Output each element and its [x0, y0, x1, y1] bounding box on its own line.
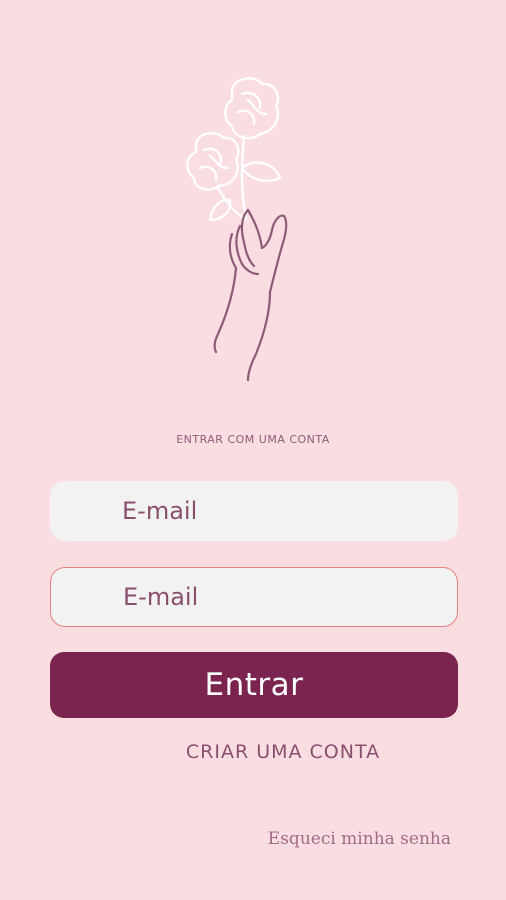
email-field[interactable] — [50, 481, 458, 541]
email-input[interactable] — [50, 481, 458, 541]
create-account-button[interactable]: CRIAR UMA CONTA — [150, 737, 416, 767]
login-subtitle: ENTRAR COM UMA CONTA — [176, 433, 330, 446]
hand-holding-roses-icon — [170, 70, 340, 390]
enter-button[interactable]: Entrar — [50, 652, 458, 718]
password-field[interactable] — [50, 567, 458, 627]
forgot-password-link[interactable]: Esqueci minha senha — [268, 829, 451, 849]
password-input[interactable] — [51, 568, 457, 626]
